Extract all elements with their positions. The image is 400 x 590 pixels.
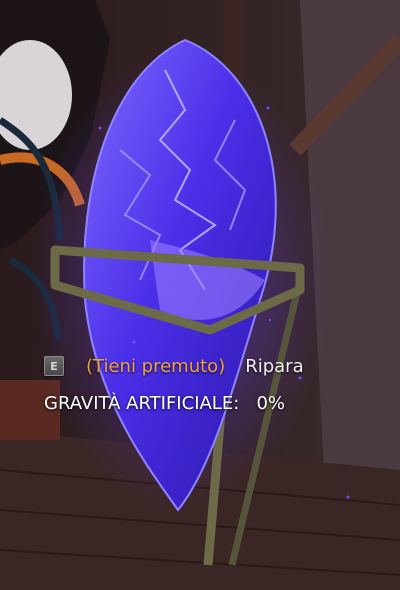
repair-action-label: Ripara <box>245 355 304 377</box>
artificial-gravity-status: GRAVITÀ ARTIFICIALE: 0% <box>44 393 285 414</box>
sparkle <box>132 340 136 344</box>
scene-background <box>0 0 400 590</box>
sparkle <box>266 106 270 110</box>
sparkle <box>98 126 102 130</box>
sparkle <box>268 318 272 322</box>
sparkle <box>86 288 90 292</box>
sparkle <box>346 495 350 499</box>
interaction-prompt[interactable]: E (Tieni premuto) Ripara <box>44 354 304 378</box>
game-scene: E (Tieni premuto) Ripara GRAVITÀ ARTIFIC… <box>0 0 400 590</box>
status-value: 0% <box>256 393 286 414</box>
status-label: GRAVITÀ ARTIFICIALE: <box>44 393 240 414</box>
status-separator <box>245 393 251 414</box>
keyboard-key-e-icon[interactable]: E <box>44 356 64 376</box>
hold-instruction: (Tieni premuto) <box>86 355 226 377</box>
